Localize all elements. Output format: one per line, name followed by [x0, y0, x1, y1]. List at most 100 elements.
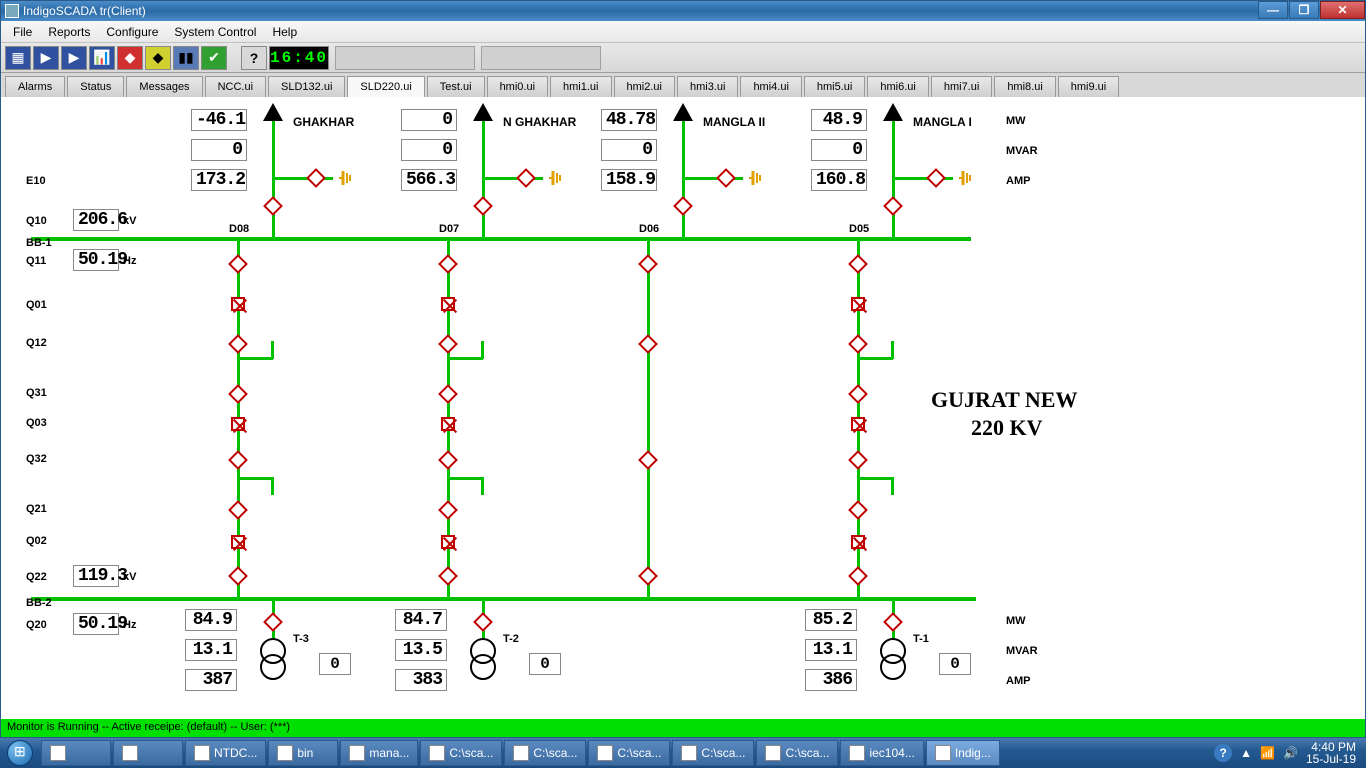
minimize-button[interactable]: — [1258, 1, 1288, 19]
bay-0-brk-6[interactable] [228, 500, 248, 520]
start-button[interactable] [0, 738, 40, 768]
transformer-0[interactable] [259, 637, 287, 681]
menu-help[interactable]: Help [264, 23, 305, 41]
taskbar-item-9[interactable]: C:\sca... [756, 740, 838, 766]
tb-btn-6[interactable]: ◆ [145, 46, 171, 70]
bay-3-brk-6[interactable] [848, 500, 868, 520]
menu-reports[interactable]: Reports [40, 23, 98, 41]
taskbar-item-1[interactable] [113, 740, 183, 766]
tab-hmi1[interactable]: hmi1.ui [550, 76, 611, 97]
bay-1-brk-1[interactable] [441, 297, 455, 311]
bay-1-brk-2[interactable] [438, 334, 458, 354]
tray-clock[interactable]: 4:40 PM 15-Jul-19 [1306, 741, 1356, 765]
trafo-brk-1[interactable] [473, 612, 493, 632]
bay-2-brk-0[interactable] [638, 254, 658, 274]
bay-0-brk-4[interactable] [231, 417, 245, 431]
tb-btn-help[interactable]: ? [241, 46, 267, 70]
bay-3-brk-5[interactable] [848, 450, 868, 470]
tab-messages[interactable]: Messages [126, 76, 202, 97]
tab-hmi0[interactable]: hmi0.ui [487, 76, 548, 97]
tab-hmi6[interactable]: hmi6.ui [867, 76, 928, 97]
bay-3-brk-4[interactable] [851, 417, 865, 431]
bay-1-brk-4[interactable] [441, 417, 455, 431]
menu-file[interactable]: File [5, 23, 40, 41]
tab-sld220[interactable]: SLD220.ui [347, 76, 424, 97]
taskbar-item-11[interactable]: Indig... [926, 740, 1000, 766]
bay-0-brk-1[interactable] [231, 297, 245, 311]
trafo-brk-0[interactable] [263, 612, 283, 632]
taskbar-item-8[interactable]: C:\sca... [672, 740, 754, 766]
bay-3-brk-1[interactable] [851, 297, 865, 311]
tab-alarms[interactable]: Alarms [5, 76, 65, 97]
bay-1-brk-8[interactable] [438, 566, 458, 586]
taskbar-item-5[interactable]: C:\sca... [420, 740, 502, 766]
taskbar-item-4[interactable]: mana... [340, 740, 418, 766]
tb-btn-1[interactable]: ▦ [5, 46, 31, 70]
ground-brk-0[interactable] [306, 168, 326, 188]
tab-hmi3[interactable]: hmi3.ui [677, 76, 738, 97]
bay-1-brk-6[interactable] [438, 500, 458, 520]
ground-brk-2[interactable] [716, 168, 736, 188]
tb-btn-check[interactable]: ✔ [201, 46, 227, 70]
tab-hmi7[interactable]: hmi7.ui [931, 76, 992, 97]
taskbar-item-3[interactable]: bin [268, 740, 338, 766]
tab-test[interactable]: Test.ui [427, 76, 485, 97]
tray-flag-icon[interactable]: ▲ [1240, 746, 1252, 760]
menu-system-control[interactable]: System Control [166, 23, 264, 41]
tab-ncc[interactable]: NCC.ui [205, 76, 266, 97]
taskbar-item-0[interactable] [41, 740, 111, 766]
tab-sld132[interactable]: SLD132.ui [268, 76, 345, 97]
transformer-2[interactable] [879, 637, 907, 681]
taskbar-item-2[interactable]: NTDC... [185, 740, 266, 766]
feeder-iso-top-0[interactable] [263, 196, 283, 216]
bay-0-brk-5[interactable] [228, 450, 248, 470]
bay-3-brk-7[interactable] [851, 535, 865, 549]
bay-3-brk-3[interactable] [848, 384, 868, 404]
bay-2-brk-2[interactable] [638, 334, 658, 354]
close-button[interactable]: ✕ [1320, 1, 1365, 19]
bay-1-brk-3[interactable] [438, 384, 458, 404]
titlebar[interactable]: IndigoSCADA tr(Client) — ❐ ✕ [1, 1, 1365, 21]
bay-0-brk-2[interactable] [228, 334, 248, 354]
trafo-brk-2[interactable] [883, 612, 903, 632]
tray-network-icon[interactable]: 📶 [1260, 746, 1275, 760]
tb-btn-5[interactable]: ◆ [117, 46, 143, 70]
bay-0-brk-8[interactable] [228, 566, 248, 586]
taskbar-item-6[interactable]: C:\sca... [504, 740, 586, 766]
tab-hmi5[interactable]: hmi5.ui [804, 76, 865, 97]
bay-0-brk-7[interactable] [231, 535, 245, 549]
ground-brk-1[interactable] [516, 168, 536, 188]
feeder-iso-top-1[interactable] [473, 196, 493, 216]
bay-3-brk-0[interactable] [848, 254, 868, 274]
tab-hmi8[interactable]: hmi8.ui [994, 76, 1055, 97]
maximize-button[interactable]: ❐ [1289, 1, 1319, 19]
feeder-iso-top-2[interactable] [673, 196, 693, 216]
tb-btn-3[interactable]: ▶ [61, 46, 87, 70]
tab-hmi9[interactable]: hmi9.ui [1058, 76, 1119, 97]
ground-brk-3[interactable] [926, 168, 946, 188]
bay-1-brk-5[interactable] [438, 450, 458, 470]
bay-0-brk-3[interactable] [228, 384, 248, 404]
bay-3-branch2v [891, 477, 894, 495]
bay-1-brk-0[interactable] [438, 254, 458, 274]
tb-btn-2[interactable]: ▶ [33, 46, 59, 70]
menu-configure[interactable]: Configure [98, 23, 166, 41]
bay-2-brk-5[interactable] [638, 450, 658, 470]
taskbar-item-7[interactable]: C:\sca... [588, 740, 670, 766]
help-icon[interactable]: ? [1214, 744, 1232, 762]
bay-0-brk-0[interactable] [228, 254, 248, 274]
tray-volume-icon[interactable]: 🔊 [1283, 746, 1298, 760]
tb-btn-4[interactable]: 📊 [89, 46, 115, 70]
bay-2-brk-8[interactable] [638, 566, 658, 586]
bay-3-brk-8[interactable] [848, 566, 868, 586]
tab-status[interactable]: Status [67, 76, 124, 97]
tb-btn-pause[interactable]: ▮▮ [173, 46, 199, 70]
feeder-iso-top-3[interactable] [883, 196, 903, 216]
tab-hmi2[interactable]: hmi2.ui [614, 76, 675, 97]
system-tray[interactable]: ? ▲ 📶 🔊 4:40 PM 15-Jul-19 [1214, 741, 1366, 765]
transformer-1[interactable] [469, 637, 497, 681]
taskbar-item-10[interactable]: iec104... [840, 740, 923, 766]
tab-hmi4[interactable]: hmi4.ui [740, 76, 801, 97]
bay-3-brk-2[interactable] [848, 334, 868, 354]
bay-1-brk-7[interactable] [441, 535, 455, 549]
